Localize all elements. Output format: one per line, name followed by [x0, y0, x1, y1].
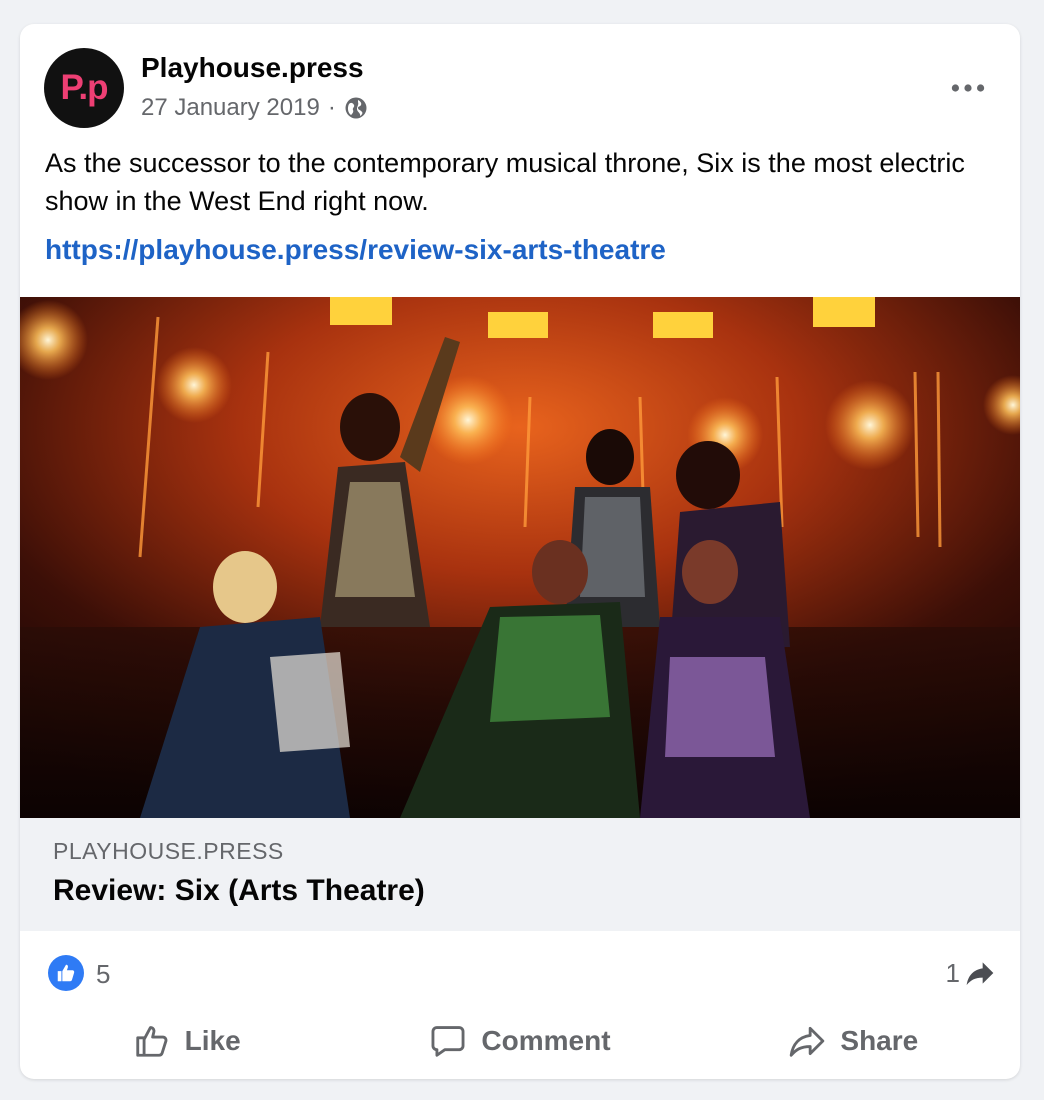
post-text: As the successor to the contemporary mus… — [45, 148, 965, 216]
post-stats: 5 1 — [20, 931, 1020, 1011]
post-meta: 27 January 2019 · — [141, 94, 368, 122]
post-header: P.p Playhouse.press 27 January 2019 · — [44, 48, 996, 130]
share-count: 1 — [945, 957, 960, 988]
globe-icon[interactable] — [344, 96, 368, 120]
more-options-button[interactable] — [948, 68, 988, 108]
more-horizontal-icon — [951, 84, 985, 92]
share-icon — [790, 1026, 825, 1057]
thumbs-up-icon — [135, 1026, 168, 1057]
like-reaction-icon[interactable] — [48, 955, 84, 991]
link-preview[interactable]: PLAYHOUSE.PRESS Review: Six (Arts Theatr… — [20, 818, 1020, 931]
share-count-wrap[interactable]: 1 — [946, 957, 996, 989]
page-name[interactable]: Playhouse.press — [141, 52, 364, 84]
like-button[interactable]: Like — [20, 1011, 353, 1071]
like-label: Like — [184, 1025, 241, 1056]
post-date[interactable]: 27 January 2019 — [141, 94, 320, 122]
comment-icon — [431, 1026, 465, 1057]
comment-button[interactable]: Comment — [353, 1011, 686, 1071]
post-link[interactable]: https://playhouse.press/review-six-arts-… — [45, 234, 666, 266]
comment-label: Comment — [481, 1025, 611, 1056]
share-label: Share — [840, 1025, 919, 1056]
post-card: P.p Playhouse.press 27 January 2019 · As… — [20, 24, 1020, 1079]
meta-separator: · — [327, 94, 336, 121]
stage-photo — [20, 297, 1020, 818]
preview-domain: PLAYHOUSE.PRESS — [53, 838, 284, 864]
avatar-logo-text: P.p — [60, 68, 109, 107]
link-preview-image[interactable] — [20, 297, 1020, 818]
action-bar: Like Comment Share — [20, 1011, 1020, 1071]
share-arrow-icon — [966, 962, 994, 985]
share-button[interactable]: Share — [687, 1011, 1020, 1071]
avatar[interactable]: P.p — [44, 48, 124, 128]
like-count[interactable]: 5 — [96, 959, 110, 990]
preview-title: Review: Six (Arts Theatre) — [53, 874, 425, 907]
